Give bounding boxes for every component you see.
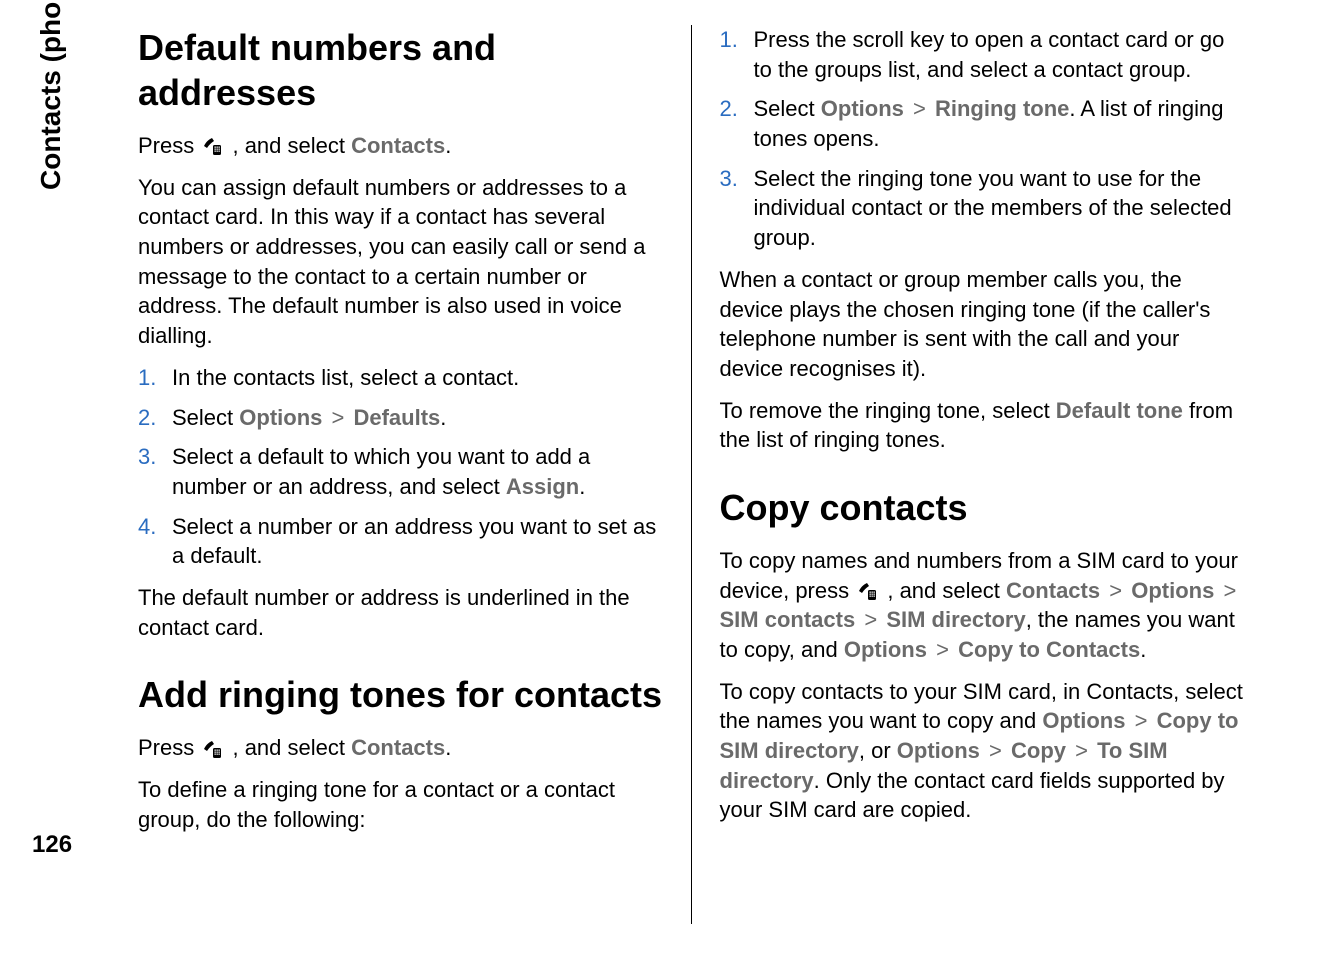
list-item: 3. Select a default to which you want to… <box>138 442 663 501</box>
content-area: Default numbers and addresses Press , an… <box>95 0 1322 954</box>
list-number: 2. <box>720 94 754 124</box>
ui-label-copy-to-contacts: Copy to Contacts <box>958 637 1140 662</box>
paragraph: The default number or address is underli… <box>138 583 663 642</box>
list-number: 2. <box>138 403 172 433</box>
page: Contacts (phonebook) 126 Default numbers… <box>0 0 1322 954</box>
heading-default-numbers: Default numbers and addresses <box>138 25 663 115</box>
ui-label-contacts: Contacts <box>1006 578 1100 603</box>
ordered-list: 1. In the contacts list, select a contac… <box>138 363 663 571</box>
list-item: 2. Select Options > Ringing tone. A list… <box>720 94 1245 153</box>
paragraph: You can assign default numbers or addres… <box>138 173 663 351</box>
ui-label-options: Options <box>1042 708 1125 733</box>
ui-label-assign: Assign <box>506 474 579 499</box>
heading-ringing-tones: Add ringing tones for contacts <box>138 672 663 717</box>
paragraph: To copy names and numbers from a SIM car… <box>720 546 1245 665</box>
ui-label-contacts: Contacts <box>351 735 445 760</box>
list-item: 1. In the contacts list, select a contac… <box>138 363 663 393</box>
ui-label-copy: Copy <box>1011 738 1066 763</box>
list-item: 4. Select a number or an address you wan… <box>138 512 663 571</box>
menu-key-icon <box>858 582 878 602</box>
heading-copy-contacts: Copy contacts <box>720 485 1245 530</box>
ui-label-sim-contacts: SIM contacts <box>720 607 856 632</box>
section-label: Contacts (phonebook) <box>35 0 67 190</box>
list-item: 2. Select Options > Defaults. <box>138 403 663 433</box>
list-number: 3. <box>720 164 754 194</box>
paragraph: To define a ringing tone for a contact o… <box>138 775 663 834</box>
menu-key-icon <box>203 137 223 157</box>
side-rail: Contacts (phonebook) 126 <box>0 0 95 954</box>
ui-label-options: Options <box>844 637 927 662</box>
page-number: 126 <box>32 831 72 859</box>
ordered-list: 1. Press the scroll key to open a contac… <box>720 25 1245 253</box>
ui-label-ringing-tone: Ringing tone <box>935 96 1069 121</box>
ui-label-sim-directory: SIM directory <box>886 607 1025 632</box>
ui-label-options: Options <box>821 96 904 121</box>
ui-label-options: Options <box>1131 578 1214 603</box>
list-item: 3. Select the ringing tone you want to u… <box>720 164 1245 253</box>
ui-label-options: Options <box>239 405 322 430</box>
paragraph: To copy contacts to your SIM card, in Co… <box>720 677 1245 825</box>
list-number: 1. <box>720 25 754 55</box>
paragraph: Press , and select Contacts. <box>138 131 663 161</box>
column-right: 1. Press the scroll key to open a contac… <box>692 25 1273 924</box>
paragraph: When a contact or group member calls you… <box>720 265 1245 384</box>
list-number: 3. <box>138 442 172 472</box>
ui-label-defaults: Defaults <box>353 405 440 430</box>
ui-label-options: Options <box>897 738 980 763</box>
list-number: 1. <box>138 363 172 393</box>
list-number: 4. <box>138 512 172 542</box>
paragraph: Press , and select Contacts. <box>138 733 663 763</box>
list-item: 1. Press the scroll key to open a contac… <box>720 25 1245 84</box>
ui-label-default-tone: Default tone <box>1056 398 1183 423</box>
ui-label-contacts: Contacts <box>351 133 445 158</box>
paragraph: To remove the ringing tone, select Defau… <box>720 396 1245 455</box>
column-left: Default numbers and addresses Press , an… <box>110 25 692 924</box>
menu-key-icon <box>203 740 223 760</box>
